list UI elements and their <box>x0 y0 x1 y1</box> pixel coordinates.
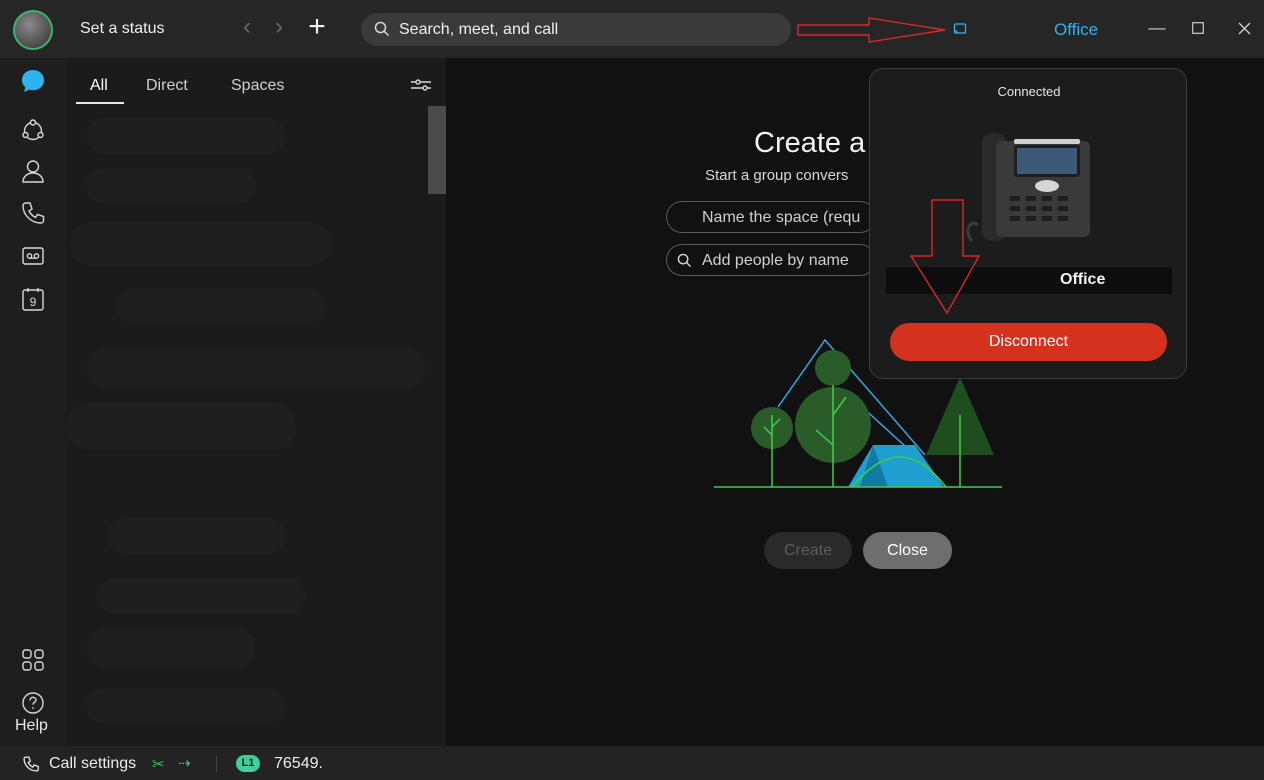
add-people-field[interactable]: Add people by name <box>666 244 876 276</box>
list-scrollbar[interactable] <box>428 106 446 194</box>
create-button[interactable]: Create <box>764 532 852 569</box>
annotation-arrow-right <box>797 17 946 43</box>
close-button[interactable]: Close <box>863 532 952 569</box>
set-status-button[interactable]: Set a status <box>80 20 165 38</box>
phone-number: 76549. <box>274 755 323 772</box>
page-subtitle: Start a group convers <box>705 167 849 184</box>
messaging-icon[interactable] <box>20 68 46 94</box>
voicemail-icon[interactable] <box>20 243 46 269</box>
new-action-button[interactable]: + <box>304 12 330 42</box>
calling-icon[interactable] <box>20 200 46 226</box>
teams-icon[interactable] <box>20 118 46 144</box>
call-forward-icon[interactable]: ⇢ <box>178 754 191 772</box>
close-window-icon[interactable] <box>1232 14 1256 42</box>
disconnect-button[interactable]: Disconnect <box>890 323 1167 361</box>
search-bar[interactable]: Search, meet, and call <box>361 13 791 46</box>
search-icon <box>374 21 390 37</box>
avatar[interactable] <box>13 10 53 50</box>
conversation-list-panel <box>66 58 446 746</box>
tab-spaces[interactable]: Spaces <box>231 77 284 95</box>
device-connection-icon[interactable] <box>953 23 967 35</box>
add-people-placeholder: Add people by name <box>702 252 849 269</box>
annotation-arrow-down <box>909 199 981 315</box>
contacts-icon[interactable] <box>20 158 46 184</box>
call-settings-button[interactable]: Call settings <box>49 755 136 773</box>
desk-phone-image <box>966 133 1090 242</box>
connected-device-label[interactable]: Office <box>1054 20 1098 40</box>
space-name-field[interactable]: Name the space (requ <box>666 201 876 233</box>
minimize-icon[interactable]: — <box>1145 14 1169 42</box>
call-settings-icon[interactable] <box>22 755 40 773</box>
line-badge: L1 <box>236 755 260 772</box>
page-title: Create a <box>754 127 866 159</box>
filter-icon[interactable] <box>410 76 432 94</box>
search-placeholder: Search, meet, and call <box>399 21 559 38</box>
device-name: Office <box>1060 271 1106 288</box>
tab-direct[interactable]: Direct <box>146 77 188 95</box>
title-bar: Set a status ‹ › + Search, meet, and cal… <box>0 0 1264 58</box>
tab-all[interactable]: All <box>90 77 108 95</box>
space-name-placeholder: Name the space (requ <box>702 209 861 226</box>
divider <box>216 756 217 772</box>
network-status-icon: ✂ <box>152 756 165 773</box>
back-icon[interactable]: ‹ <box>236 15 258 42</box>
calendar-day: 9 <box>30 295 37 309</box>
apps-icon[interactable] <box>20 647 46 673</box>
active-tab-indicator <box>76 102 124 104</box>
calendar-icon[interactable]: 9 <box>20 286 46 312</box>
search-icon <box>677 253 692 268</box>
maximize-icon[interactable] <box>1186 14 1210 42</box>
forward-icon[interactable]: › <box>268 15 290 42</box>
help-icon[interactable] <box>20 690 46 716</box>
help-label[interactable]: Help <box>15 717 48 735</box>
status-bar: Call settings ✂ ⇢ L1 76549. <box>0 746 1264 780</box>
connection-status: Connected <box>997 84 1061 99</box>
